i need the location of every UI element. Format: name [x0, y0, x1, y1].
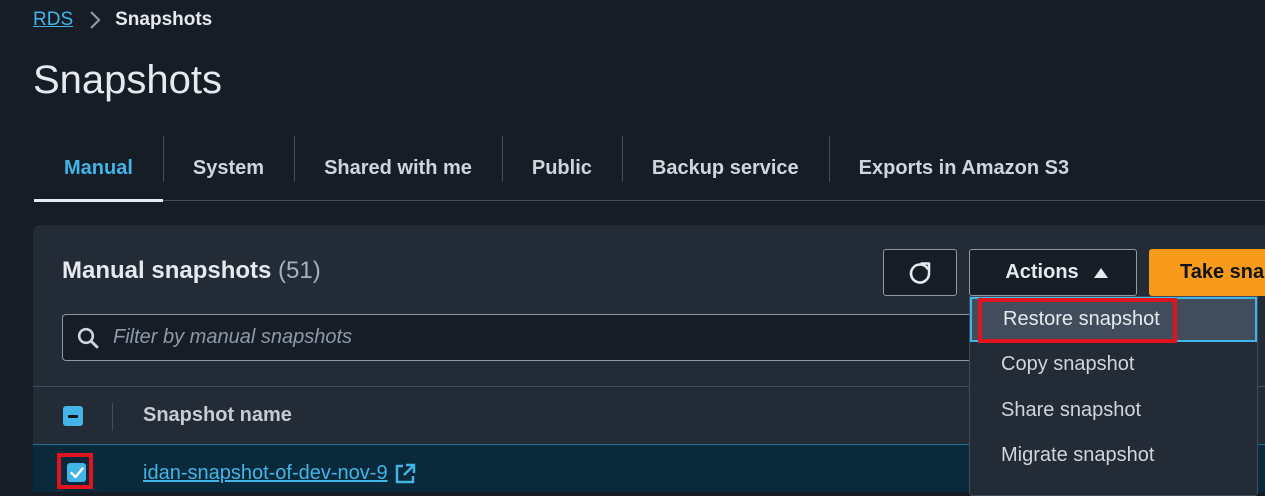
panel-title-text: Manual snapshots: [62, 257, 272, 284]
column-header-snapshot-name[interactable]: Snapshot name: [143, 404, 292, 427]
search-icon: [77, 327, 99, 349]
chevron-right-icon: [89, 10, 101, 30]
panel-title: Manual snapshots (51): [62, 257, 321, 285]
tab-public[interactable]: Public: [501, 136, 622, 200]
filter-box: [62, 314, 982, 361]
breadcrumb-rds-link[interactable]: RDS: [33, 9, 73, 31]
checkmark-icon: [69, 466, 84, 479]
breadcrumb-current: Snapshots: [115, 9, 213, 30]
snapshot-count: (51): [278, 257, 321, 284]
tab-system[interactable]: System: [162, 136, 294, 200]
menu-item-restore-snapshot[interactable]: Restore snapshot: [970, 297, 1257, 342]
snapshot-name-link[interactable]: idan-snapshot-of-dev-nov-9: [143, 462, 416, 485]
filter-input[interactable]: [111, 325, 935, 350]
tab-manual[interactable]: Manual: [34, 136, 163, 202]
refresh-icon: [907, 260, 933, 286]
select-all-checkbox[interactable]: [63, 406, 83, 426]
snapshot-name-text: idan-snapshot-of-dev-nov-9: [143, 462, 388, 484]
actions-label: Actions: [1005, 261, 1079, 283]
menu-item-copy-snapshot[interactable]: Copy snapshot: [970, 342, 1257, 387]
tab-backup-service[interactable]: Backup service: [621, 136, 829, 200]
page-title: Snapshots: [33, 58, 223, 102]
annotation-highlight-box: [57, 453, 93, 489]
actions-dropdown-menu: Restore snapshot Copy snapshot Share sna…: [969, 296, 1258, 496]
column-divider: [112, 403, 113, 431]
indeterminate-dash-icon: [68, 414, 78, 418]
snapshot-tabs: Manual System Shared with me Public Back…: [34, 136, 1265, 202]
actions-button[interactable]: Actions: [969, 249, 1137, 296]
row-checkbox[interactable]: [67, 463, 86, 482]
take-snapshot-button[interactable]: Take snapshot: [1149, 249, 1265, 296]
menu-item-share-snapshot[interactable]: Share snapshot: [970, 388, 1257, 433]
breadcrumb: RDS Snapshots: [33, 8, 212, 32]
external-link-icon: [394, 463, 416, 485]
menu-item-migrate-snapshot[interactable]: Migrate snapshot: [970, 433, 1257, 478]
tab-exports-in-amazon-s3[interactable]: Exports in Amazon S3: [828, 136, 1099, 200]
refresh-button[interactable]: [883, 249, 957, 296]
caret-up-icon: [1093, 267, 1109, 279]
tab-shared-with-me[interactable]: Shared with me: [294, 136, 502, 200]
